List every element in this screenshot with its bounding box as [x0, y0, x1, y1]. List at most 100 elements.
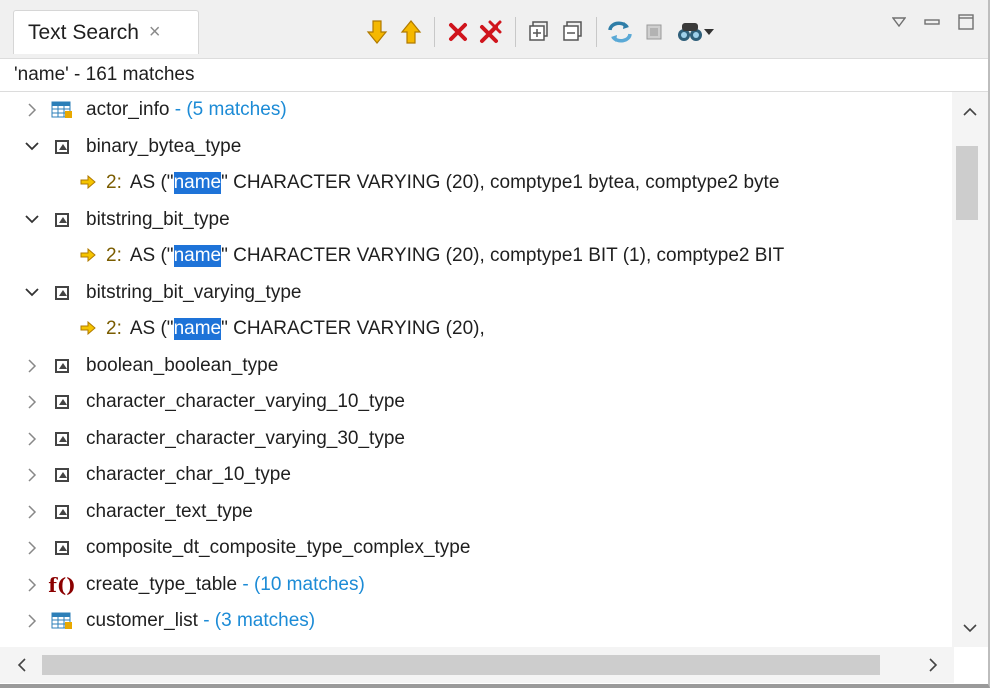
- chevron-right-icon[interactable]: [22, 577, 42, 592]
- chevron-right-icon[interactable]: [22, 504, 42, 519]
- tree-node-label: character_char_10_type: [86, 464, 291, 485]
- chevron-right-icon[interactable]: [22, 541, 42, 555]
- type-icon: [50, 136, 74, 158]
- match-text-prefix: AS (": [129, 318, 174, 339]
- tree-node[interactable]: character_char_10_type: [0, 457, 291, 493]
- chevron-right-icon[interactable]: [22, 614, 42, 628]
- function-icon: f(): [48, 572, 76, 597]
- match-highlight: name: [173, 245, 222, 267]
- chevron-right-icon[interactable]: [22, 103, 42, 117]
- tree-node-label: bitstring_bit_varying_type: [86, 281, 302, 303]
- view-controls: [892, 14, 974, 30]
- view-tab-bar: Text Search ×: [0, 0, 988, 58]
- line-number: 2:: [106, 245, 122, 266]
- table-icon: [50, 99, 74, 121]
- view-menu-icon[interactable]: [892, 17, 906, 27]
- tree-node-label: create_type_table: [86, 573, 238, 595]
- tree-node[interactable]: f() create_type_table - (10 matches): [0, 567, 365, 603]
- chevron-down-icon[interactable]: [22, 215, 42, 224]
- type-icon: [50, 355, 74, 377]
- tab-title: Text Search: [28, 20, 139, 44]
- stop-icon[interactable]: [637, 15, 671, 49]
- match-line[interactable]: 2: AS (" name " CHARACTER VARYING (20),: [0, 311, 485, 347]
- table-icon: [50, 610, 74, 632]
- chevron-right-icon[interactable]: [22, 431, 42, 446]
- vertical-scrollbar[interactable]: [952, 92, 988, 647]
- arrow-up-icon[interactable]: [394, 15, 428, 49]
- scroll-right-icon[interactable]: [918, 647, 948, 683]
- tree-node[interactable]: actor_info - (5 matches): [0, 92, 287, 128]
- collapse-all-icon[interactable]: [556, 15, 590, 49]
- tree-node-label: character_character_varying_30_type: [86, 427, 405, 449]
- tree-node[interactable]: customer_list - (3 matches): [0, 603, 315, 639]
- type-icon: [50, 391, 74, 413]
- tree-node[interactable]: bitstring_bit_varying_type: [0, 275, 301, 311]
- tab-text-search[interactable]: Text Search ×: [13, 10, 199, 54]
- toolbar-separator: [596, 17, 597, 47]
- chevron-right-icon[interactable]: [22, 395, 42, 409]
- match-count: - (10 matches): [237, 573, 365, 595]
- maximize-icon[interactable]: [958, 14, 974, 30]
- line-number: 2:: [106, 318, 122, 339]
- remove-all-icon[interactable]: [475, 15, 509, 49]
- match-summary: 'name' - 161 matches: [0, 58, 988, 92]
- type-icon: [50, 428, 74, 450]
- tree-node[interactable]: character_character_varying_30_type: [0, 421, 405, 457]
- chevron-down-icon: [704, 29, 714, 35]
- toolbar-separator: [515, 17, 516, 47]
- horizontal-scrollbar[interactable]: [0, 647, 954, 683]
- tree-node-label: composite_dt_composite_type_complex_type: [86, 537, 471, 558]
- tree-node-label: character_text_type: [86, 500, 253, 522]
- horizontal-scroll-thumb[interactable]: [42, 655, 880, 675]
- match-text-prefix: AS (": [129, 245, 174, 266]
- scroll-up-icon[interactable]: [952, 96, 988, 126]
- match-highlight: name: [173, 318, 222, 340]
- type-icon: [50, 209, 74, 231]
- tree-node[interactable]: binary_bytea_type: [0, 129, 241, 165]
- minimize-icon[interactable]: [924, 18, 940, 26]
- match-text-suffix: " CHARACTER VARYING (20), comptype1 byte…: [221, 172, 780, 193]
- vertical-scroll-thumb[interactable]: [956, 146, 978, 220]
- match-count: - (3 matches): [197, 610, 316, 631]
- tree-node[interactable]: composite_dt_composite_type_complex_type: [0, 530, 470, 566]
- remove-icon[interactable]: [441, 15, 475, 49]
- chevron-right-icon[interactable]: [22, 358, 42, 373]
- chevron-down-icon[interactable]: [22, 288, 42, 297]
- scroll-down-icon[interactable]: [952, 613, 988, 643]
- search-history-icon[interactable]: [671, 15, 719, 49]
- type-icon: [50, 537, 74, 559]
- search-results-tree: actor_info - (5 matches) binary_bytea_typ…: [0, 92, 952, 647]
- match-text-suffix: " CHARACTER VARYING (20), comptype1 BIT …: [221, 245, 785, 266]
- expand-all-icon[interactable]: [522, 15, 556, 49]
- match-arrow-icon: [80, 319, 96, 340]
- match-line[interactable]: 2: AS (" name " CHARACTER VARYING (20), com…: [0, 165, 779, 201]
- type-icon: [50, 282, 74, 304]
- line-number: 2:: [106, 172, 122, 193]
- tree-node[interactable]: bitstring_bit_type: [0, 202, 230, 238]
- tree-node[interactable]: character_character_varying_10_type: [0, 384, 405, 420]
- chevron-right-icon[interactable]: [22, 468, 42, 482]
- search-view: Text Search × 'name' - 161 matches actor…: [0, 0, 990, 688]
- type-icon: [50, 501, 74, 523]
- match-text-suffix: " CHARACTER VARYING (20),: [221, 318, 485, 339]
- match-arrow-icon: [80, 246, 96, 267]
- close-icon[interactable]: ×: [149, 21, 161, 44]
- tree-node-label: actor_info: [86, 99, 170, 120]
- type-icon: [50, 464, 74, 486]
- scroll-left-icon[interactable]: [6, 647, 36, 683]
- match-count: - (5 matches): [169, 99, 287, 120]
- match-line[interactable]: 2: AS (" name " CHARACTER VARYING (20), com…: [0, 238, 784, 274]
- tree-node-label: bitstring_bit_type: [86, 208, 230, 230]
- chevron-down-icon[interactable]: [22, 142, 42, 151]
- arrow-down-icon[interactable]: [360, 15, 394, 49]
- tree-node[interactable]: character_text_type: [0, 494, 253, 530]
- tree-node-label: character_character_varying_10_type: [86, 391, 405, 412]
- tree-node-label: customer_list: [86, 610, 198, 631]
- match-text-prefix: AS (": [129, 172, 174, 193]
- search-toolbar: [360, 10, 719, 54]
- tree-node-label: binary_bytea_type: [86, 135, 242, 157]
- tree-node-label: boolean_boolean_type: [86, 354, 279, 376]
- toolbar-separator: [434, 17, 435, 47]
- tree-node[interactable]: boolean_boolean_type: [0, 348, 278, 384]
- refresh-icon[interactable]: [603, 15, 637, 49]
